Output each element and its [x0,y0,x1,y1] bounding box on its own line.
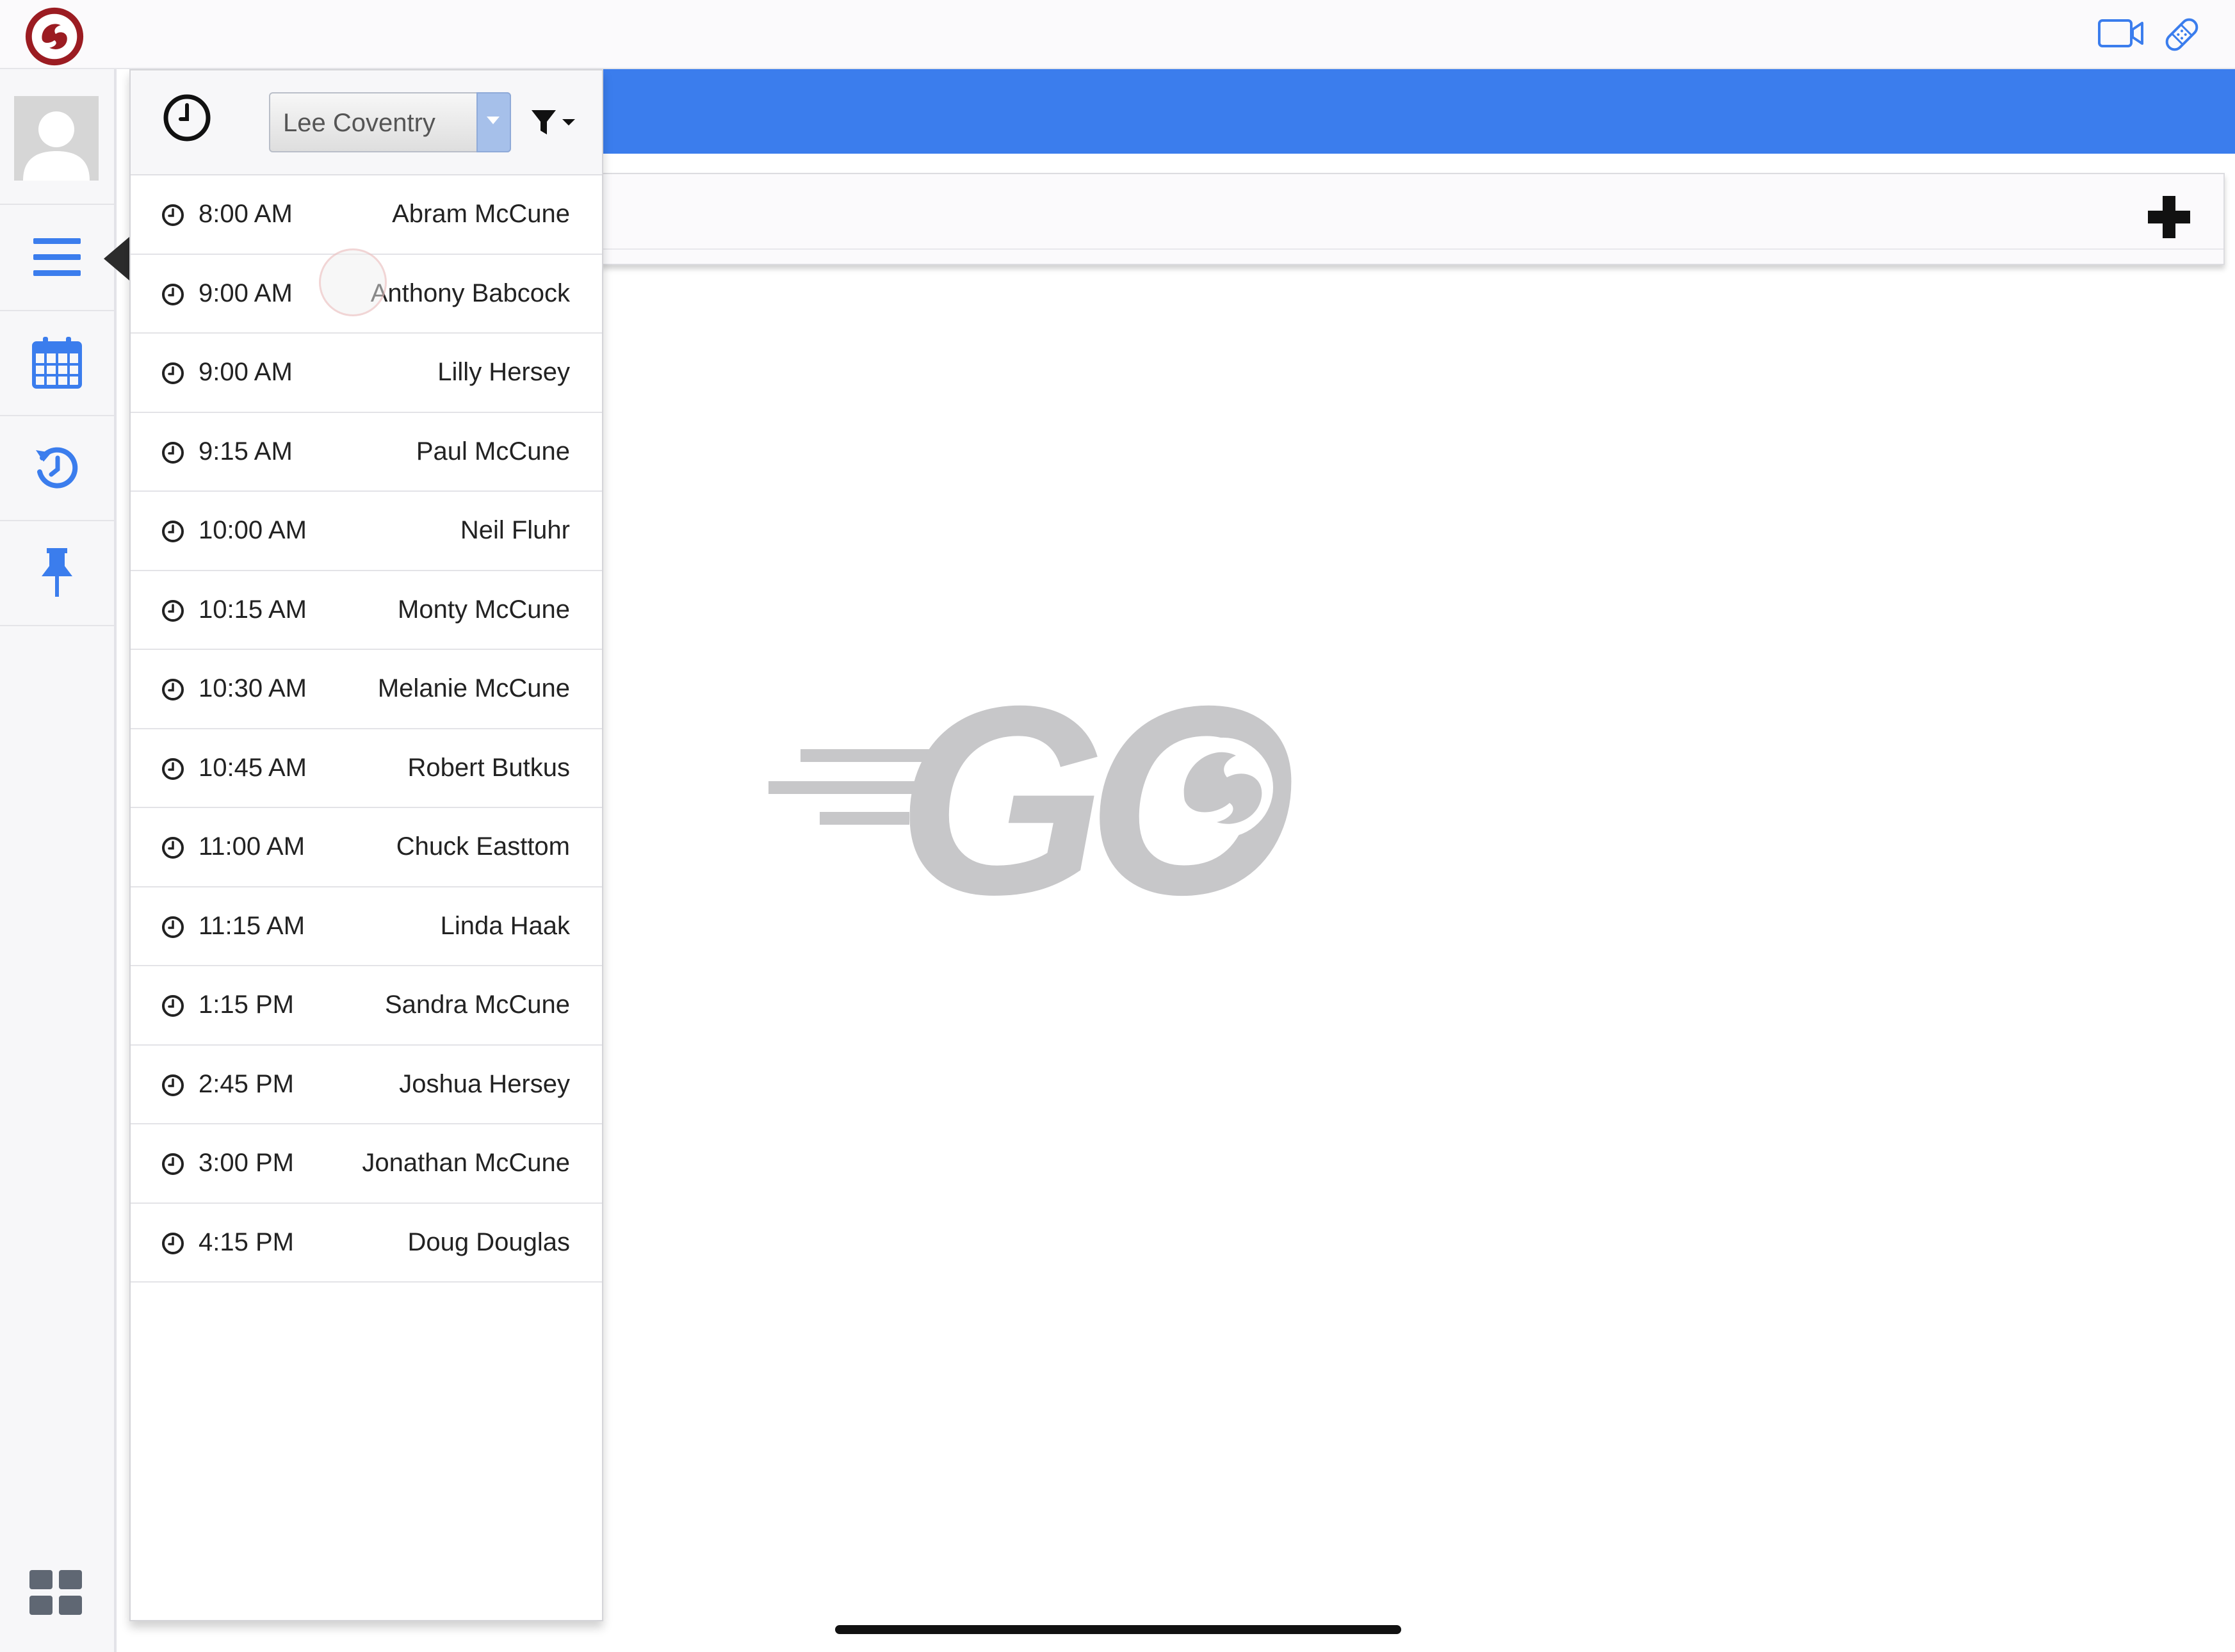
appointment-list: 8:00 AM Abram McCune 9:00 AM Anthony Babcoc… [131,175,602,1283]
appointment-row[interactable]: 10:45 AM Robert Butkus [131,729,602,808]
calendar-icon [32,337,82,389]
patient-name: Jonathan McCune [362,1149,570,1177]
popover-pointer [104,237,129,280]
sidebar [0,69,117,1652]
appointment-row[interactable]: 10:00 AM Neil Fluhr [131,492,602,571]
patient-name: Abram McCune [392,200,570,228]
appointment-time: 11:00 AM [199,832,305,861]
appointment-time: 9:00 AM [199,279,293,307]
provider-select-value: Lee Coventry [283,109,435,137]
clock-icon [162,521,184,542]
clock-icon [162,204,184,226]
filter-icon[interactable] [529,106,579,138]
appointment-row[interactable]: 4:15 PM Doug Douglas [131,1204,602,1283]
pin-icon [42,548,72,597]
appointment-row[interactable]: 1:15 PM Sandra McCune [131,966,602,1046]
appointment-row[interactable]: 8:00 AM Abram McCune [131,175,602,255]
patient-name: Doug Douglas [407,1227,571,1256]
sidebar-item-history[interactable] [0,415,114,521]
toolbar-divider [602,248,2223,250]
bandage-icon[interactable] [2161,14,2202,55]
patient-name: Melanie McCune [377,674,570,702]
patient-name: Linda Haak [440,911,570,940]
appointment-time: 11:15 AM [199,911,305,940]
clock-icon [162,757,184,780]
clock-icon [162,362,184,384]
sidebar-item-pin[interactable] [0,520,114,626]
video-icon[interactable] [2097,14,2145,53]
appointment-time: 10:00 AM [199,516,307,544]
appointment-row[interactable]: 2:45 PM Joshua Hersey [131,1046,602,1124]
patient-name: Paul McCune [416,437,570,466]
appointment-time: 10:30 AM [199,674,307,702]
appointment-row[interactable]: 11:15 AM Linda Haak [131,887,602,966]
patient-name: Robert Butkus [407,753,570,782]
history-icon [36,447,78,489]
clock-icon [162,599,184,622]
schedule-panel: Lee Coventry 8:00 AM Abram McCune 9:00 AM A… [129,69,603,1621]
main-toolbar [601,173,2225,265]
appointment-time: 2:45 PM [199,1069,294,1098]
appointment-row[interactable]: 9:00 AM Lilly Hersey [131,334,602,413]
appointment-time: 10:15 AM [199,595,307,624]
appointment-row[interactable]: 10:30 AM Melanie McCune [131,650,602,729]
appointment-row[interactable]: 9:15 AM Paul McCune [131,413,602,492]
clock-icon [162,283,184,305]
grid-icon[interactable] [29,1570,82,1615]
appointment-time: 9:15 AM [199,437,293,466]
patient-name: Chuck Easttom [396,832,570,861]
provider-select[interactable]: Lee Coventry [269,92,511,152]
clock-icon [162,679,184,700]
clock-icon [162,1232,184,1254]
appointment-time: 9:00 AM [199,358,293,386]
clock-icon [162,995,184,1017]
clock-icon [162,441,184,464]
appointment-row[interactable]: 10:15 AM Monty McCune [131,571,602,650]
clock-icon [162,1074,184,1096]
sidebar-item-calendar[interactable] [0,310,114,416]
appointment-time: 3:00 PM [199,1149,294,1177]
home-indicator [835,1625,1401,1634]
clock-icon [162,916,184,938]
user-silhouette-icon [23,111,90,181]
touch-indicator [319,248,387,316]
add-button[interactable] [2140,188,2198,246]
appointment-row[interactable]: 3:00 PM Jonathan McCune [131,1124,602,1204]
avatar[interactable] [14,96,99,181]
patient-name: Anthony Babcock [370,279,570,307]
appointment-time: 8:00 AM [199,200,293,228]
patient-name: Sandra McCune [384,991,570,1019]
clock-icon [162,1153,184,1175]
patient-name: Monty McCune [398,595,570,624]
appointment-time: 10:45 AM [199,753,307,782]
patient-name: Joshua Hersey [399,1069,570,1098]
menu-icon [33,238,81,276]
chevron-down-icon [476,92,511,152]
patient-name: Lilly Hersey [437,358,570,386]
schedule-panel-header: Lee Coventry [131,70,602,175]
appointment-row[interactable]: 11:00 AM Chuck Easttom [131,808,602,887]
go-watermark-logo: GO [768,672,1312,916]
sidebar-item-menu[interactable] [0,205,114,311]
patient-name: Neil Fluhr [460,516,570,544]
app-logo[interactable] [23,5,86,68]
top-bar [0,0,2235,69]
clock-icon [162,837,184,859]
appointment-time: 4:15 PM [199,1227,294,1256]
main-header-bar [601,69,2235,154]
clock-icon[interactable] [163,93,211,142]
appointment-time: 1:15 PM [199,991,294,1019]
